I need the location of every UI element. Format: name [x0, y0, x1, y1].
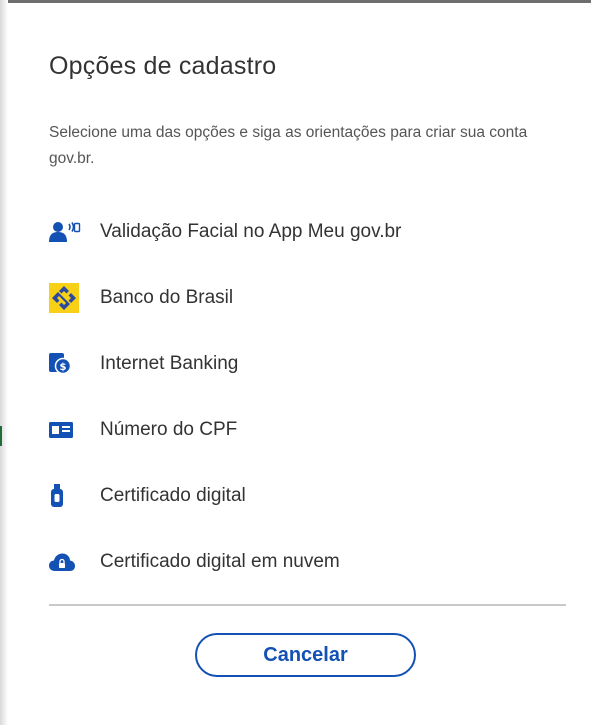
option-cpf-number[interactable]: Número do CPF: [49, 397, 569, 463]
option-label: Banco do Brasil: [100, 287, 234, 308]
svg-text:$: $: [60, 362, 67, 373]
option-label: Certificado digital: [100, 485, 246, 506]
cancel-button[interactable]: Cancelar: [195, 633, 416, 677]
option-cloud-certificate[interactable]: Certificado digital em nuvem: [49, 529, 569, 595]
option-internet-banking[interactable]: $ Internet Banking: [49, 331, 569, 397]
option-label: Internet Banking: [100, 353, 239, 374]
registration-options-list: Validação Facial no App Meu gov.br Banco…: [49, 199, 569, 595]
dialog-title: Opções de cadastro: [49, 52, 277, 80]
registration-options-dialog: Opções de cadastro Selecione uma das opç…: [0, 3, 591, 725]
option-facial-validation[interactable]: Validação Facial no App Meu gov.br: [49, 199, 569, 265]
internet-banking-icon: $: [49, 348, 83, 380]
id-card-icon: [49, 414, 83, 446]
dialog-divider: [49, 604, 566, 606]
option-banco-do-brasil[interactable]: Banco do Brasil: [49, 265, 569, 331]
option-label: Número do CPF: [100, 419, 238, 440]
window-frame: Opções de cadastro Selecione uma das opç…: [0, 0, 591, 725]
facial-recognition-icon: [49, 216, 83, 248]
option-label: Validação Facial no App Meu gov.br: [100, 221, 402, 242]
usb-token-icon: [49, 480, 83, 512]
option-digital-certificate[interactable]: Certificado digital: [49, 463, 569, 529]
dialog-subtitle: Selecione uma das opções e siga as orien…: [49, 124, 528, 167]
banco-do-brasil-logo-icon: [49, 282, 83, 314]
option-label: Certificado digital em nuvem: [100, 551, 340, 572]
cloud-lock-icon: [49, 546, 83, 578]
